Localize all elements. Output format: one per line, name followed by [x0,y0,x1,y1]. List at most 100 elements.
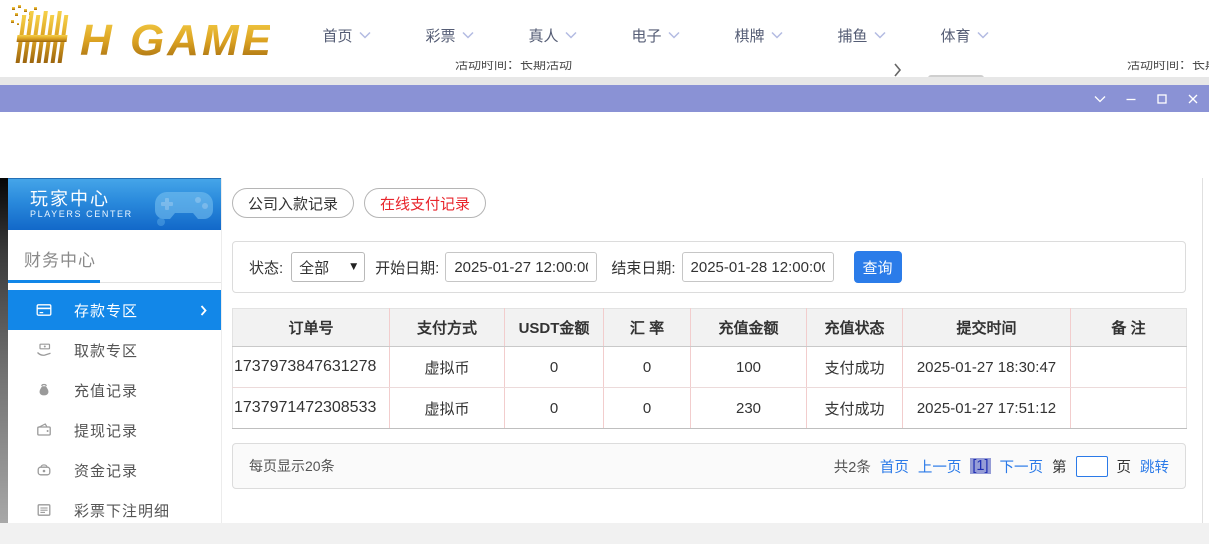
nav-item-lottery[interactable]: 彩票 [398,0,501,70]
tab-company-deposit-records[interactable]: 公司入款记录 [232,188,354,218]
cell-recharge-status: 支付成功 [807,388,903,429]
cell-order-id: 1737971472308533 [233,388,390,429]
records-panel: 公司入款记录 在线支付记录 状态: 全部 ▼ 开始日期: 结束日期: 查询 订单… [232,188,1186,489]
page-next-link[interactable]: 下一页 [1000,456,1044,477]
chevron-down-icon [874,31,886,39]
nav-item-live[interactable]: 真人 [501,0,604,70]
pagination-bar: 每页显示20条 共2条 首页 上一页 [1] 下一页 第 页 跳转 [232,443,1186,489]
money-bag-icon [35,382,53,398]
nav-item-slots[interactable]: 电子 [604,0,707,70]
chevron-right-icon [893,63,902,77]
nav-item-home[interactable]: 首页 [295,0,398,70]
chevron-down-icon [1094,95,1106,103]
window-maximize-button[interactable] [1156,92,1168,106]
sidebar-item-funds-records[interactable]: 资金记录 [8,450,221,490]
table-row: 1737971472308533 虚拟币 0 0 230 支付成功 2025-0… [233,388,1187,429]
window-dropdown-button[interactable] [1094,92,1106,106]
cell-exchange-rate: 0 [604,347,691,388]
table-header-row: 订单号 支付方式 USDT金额 汇 率 充值金额 充值状态 提交时间 备 注 [233,309,1187,347]
column-header-submit-time: 提交时间 [903,309,1071,347]
start-date-label: 开始日期: [375,257,439,278]
cell-payment-method: 虚拟币 [390,388,505,429]
records-table: 订单号 支付方式 USDT金额 汇 率 充值金额 充值状态 提交时间 备 注 1… [232,308,1187,429]
sidebar-title: 玩家中心 [30,185,110,211]
gamepad-icon [153,182,215,228]
jump-suffix-label: 页 [1117,456,1132,477]
sidebar-item-withdrawal-records[interactable]: 提现记录 [8,410,221,450]
column-header-recharge-amount: 充值金额 [691,309,807,347]
logo-text: H GAME [80,16,270,65]
logo-stripes-icon: H GAME [8,3,270,67]
cell-order-id: 1737973847631278 [233,347,390,388]
app-window: H GAME 首页 彩票 真人 电子 棋牌 [0,0,1209,544]
sidebar-subtitle: PLAYERS CENTER [30,209,133,219]
player-center-sidebar: 玩家中心 PLAYERS CENTER 财务中心 存款专区 [8,178,222,523]
record-tabs: 公司入款记录 在线支付记录 [232,188,1186,218]
minimize-icon [1125,93,1137,105]
start-date-input[interactable] [445,252,597,282]
sidebar-item-recharge-records[interactable]: 充值记录 [8,370,221,410]
page-jump-button[interactable]: 跳转 [1140,456,1169,477]
cell-exchange-rate: 0 [604,388,691,429]
jump-prefix-label: 第 [1052,456,1067,477]
site-logo[interactable]: H GAME [8,3,270,72]
column-header-remark: 备 注 [1071,309,1187,347]
page-jump-input[interactable] [1076,456,1108,477]
cell-remark [1071,388,1187,429]
page-size-text: 每页显示20条 [249,456,335,476]
filter-bar: 状态: 全部 ▼ 开始日期: 结束日期: 查询 [232,241,1186,293]
window-close-button[interactable] [1187,92,1199,106]
page-first-link[interactable]: 首页 [880,456,909,477]
column-header-usdt-amount: USDT金额 [505,309,604,347]
cell-recharge-amount: 230 [691,388,807,429]
column-header-recharge-status: 充值状态 [807,309,903,347]
status-select-value: 全部 [299,257,350,278]
modal-titlebar[interactable] [0,85,1209,112]
chevron-down-icon [359,31,371,39]
main-nav: 首页 彩票 真人 电子 棋牌 捕鱼 [295,0,1016,70]
nav-item-fishing[interactable]: 捕鱼 [810,0,913,70]
sidebar-item-withdraw[interactable]: 取款专区 [8,330,221,370]
sidebar-section-title: 财务中心 [24,246,221,271]
table-row: 1737973847631278 虚拟币 0 0 100 支付成功 2025-0… [233,347,1187,388]
cell-submit-time: 2025-01-27 17:51:12 [903,388,1071,429]
status-label: 状态: [249,257,283,278]
nav-item-sports[interactable]: 体育 [913,0,1016,70]
column-header-exchange-rate: 汇 率 [604,309,691,347]
chevron-down-icon [462,31,474,39]
left-shadow-strip [0,178,8,523]
cell-usdt-amount: 0 [505,388,604,429]
site-header: H GAME 首页 彩票 真人 电子 棋牌 [0,0,1209,70]
sidebar-header: 玩家中心 PLAYERS CENTER [8,178,221,230]
tab-online-payment-records[interactable]: 在线支付记录 [364,188,486,218]
end-date-label: 结束日期: [611,257,675,278]
chevron-down-icon [668,31,680,39]
cell-payment-method: 虚拟币 [390,347,505,388]
sidebar-section-underline [8,280,221,283]
pager: 共2条 首页 上一页 [1] 下一页 第 页 跳转 [834,456,1169,477]
background-banner-text: 活动时间：长期活动 [1127,61,1209,74]
chevron-down-icon [565,31,577,39]
cell-recharge-amount: 100 [691,347,807,388]
column-header-payment-method: 支付方式 [390,309,505,347]
background-banner-text: 活动时间：长期活动 [455,61,605,74]
chevron-down-icon [977,31,989,39]
bank-card-icon [35,302,53,318]
page-prev-link[interactable]: 上一页 [918,456,962,477]
maximize-icon [1156,93,1168,105]
close-icon [1187,93,1199,105]
chevron-right-icon [200,305,207,316]
window-minimize-button[interactable] [1125,92,1137,106]
end-date-input[interactable] [682,252,834,282]
background-divider [0,77,1209,85]
cell-usdt-amount: 0 [505,347,604,388]
select-caret-icon: ▼ [350,262,357,272]
sidebar-item-deposit[interactable]: 存款专区 [8,290,221,330]
cell-submit-time: 2025-01-27 18:30:47 [903,347,1071,388]
nav-item-chess[interactable]: 棋牌 [707,0,810,70]
cell-recharge-status: 支付成功 [807,347,903,388]
sidebar-item-lottery-bets[interactable]: 彩票下注明细 [8,490,221,530]
search-button[interactable]: 查询 [854,251,902,283]
chevron-down-icon [771,31,783,39]
status-select[interactable]: 全部 ▼ [291,252,365,282]
